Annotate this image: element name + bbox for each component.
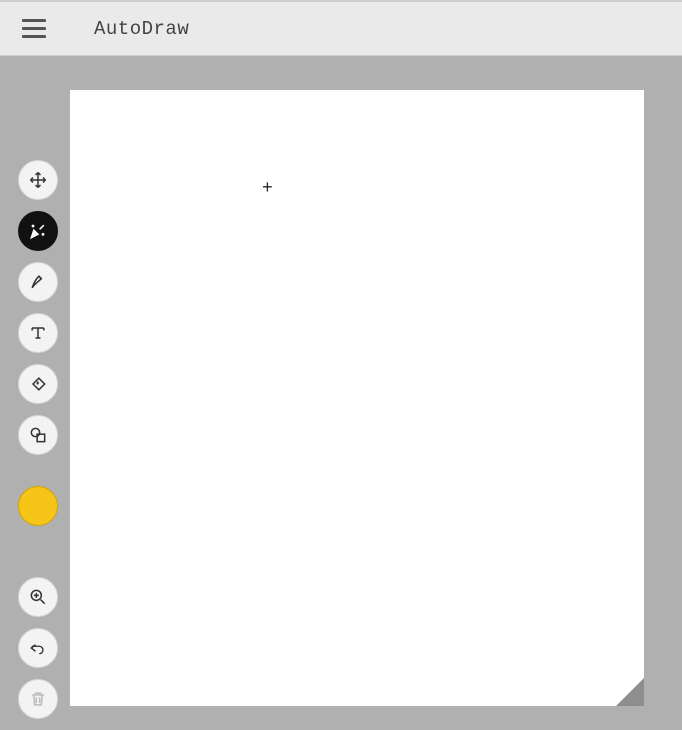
color-picker[interactable] — [18, 486, 58, 526]
undo-icon — [28, 638, 48, 658]
app-title: AutoDraw — [94, 18, 189, 40]
zoom-tool[interactable] — [18, 577, 58, 617]
bucket-icon — [28, 374, 48, 394]
resize-handle[interactable] — [616, 678, 644, 706]
toolbar — [18, 160, 58, 730]
drawing-canvas[interactable]: + — [70, 90, 644, 706]
pencil-icon — [28, 272, 48, 292]
fill-tool[interactable] — [18, 364, 58, 404]
shape-icon — [28, 425, 48, 445]
app-header: AutoDraw — [0, 0, 682, 56]
workspace: + — [0, 56, 682, 720]
delete-button[interactable] — [18, 679, 58, 719]
shape-tool[interactable] — [18, 415, 58, 455]
draw-tool[interactable] — [18, 262, 58, 302]
type-tool[interactable] — [18, 313, 58, 353]
crosshair-cursor: + — [262, 180, 273, 198]
autodraw-icon — [28, 221, 48, 241]
text-icon — [28, 323, 48, 343]
menu-button[interactable] — [22, 15, 50, 43]
move-icon — [28, 170, 48, 190]
zoom-icon — [28, 587, 48, 607]
trash-icon — [28, 689, 48, 709]
select-tool[interactable] — [18, 160, 58, 200]
autodraw-tool[interactable] — [18, 211, 58, 251]
undo-button[interactable] — [18, 628, 58, 668]
